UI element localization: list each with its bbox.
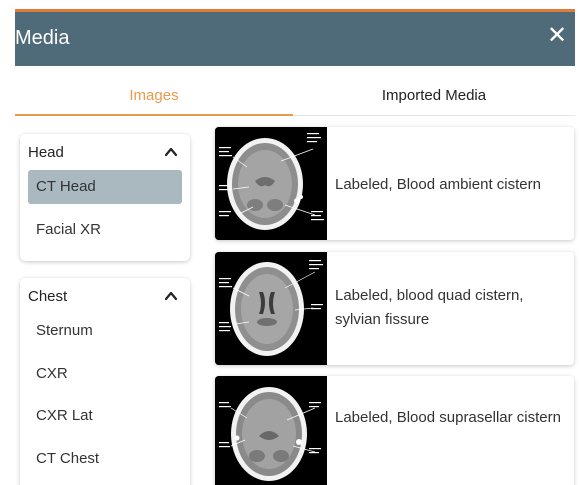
ct-scan-thumbnail	[215, 376, 327, 485]
media-label: Labeled, Blood suprasellar cistern	[335, 409, 561, 426]
media-label: Labeled, blood quad cistern, sylvian fis…	[335, 287, 524, 328]
sidebar-item-ct-chest[interactable]: CT Chest	[28, 442, 182, 476]
group-title: Head	[28, 144, 64, 161]
sidebar-item-ct-head[interactable]: CT Head	[28, 170, 182, 204]
chevron-up-icon[interactable]	[164, 290, 178, 302]
close-icon[interactable]: ✕	[545, 23, 569, 49]
group-header-head[interactable]: Head	[20, 134, 190, 170]
category-sidebar: Head CT Head Facial XR Chest Sternum CXR…	[0, 116, 205, 485]
sidebar-item-facial-xr[interactable]: Facial XR	[28, 213, 182, 247]
media-card[interactable]: Labeled, Blood suprasellar cistern	[215, 376, 574, 485]
page-title: Media	[15, 27, 70, 49]
ct-scan-thumbnail	[215, 252, 327, 365]
category-group-chest: Chest Sternum CXR CXR Lat CT Chest	[20, 278, 190, 485]
sidebar-item-cxr[interactable]: CXR	[28, 357, 182, 391]
group-header-chest[interactable]: Chest	[20, 278, 190, 314]
media-list: Labeled, Blood ambient cistern Labeled, …	[205, 116, 579, 485]
category-group-head: Head CT Head Facial XR	[20, 134, 190, 261]
media-label: Labeled, Blood ambient cistern	[335, 176, 541, 193]
chevron-up-icon[interactable]	[164, 146, 178, 158]
sidebar-item-sternum[interactable]: Sternum	[28, 314, 182, 348]
tab-imported-media[interactable]: Imported Media	[293, 66, 575, 116]
ct-scan-thumbnail	[215, 127, 327, 240]
media-tabs: Images Imported Media	[15, 66, 575, 116]
media-card[interactable]: Labeled, blood quad cistern, sylvian fis…	[215, 252, 574, 365]
group-title: Chest	[28, 288, 68, 305]
tab-images[interactable]: Images	[15, 66, 293, 116]
sidebar-item-cxr-lat[interactable]: CXR Lat	[28, 399, 182, 433]
media-card[interactable]: Labeled, Blood ambient cistern	[215, 127, 574, 240]
media-header: Media ✕	[15, 12, 575, 66]
